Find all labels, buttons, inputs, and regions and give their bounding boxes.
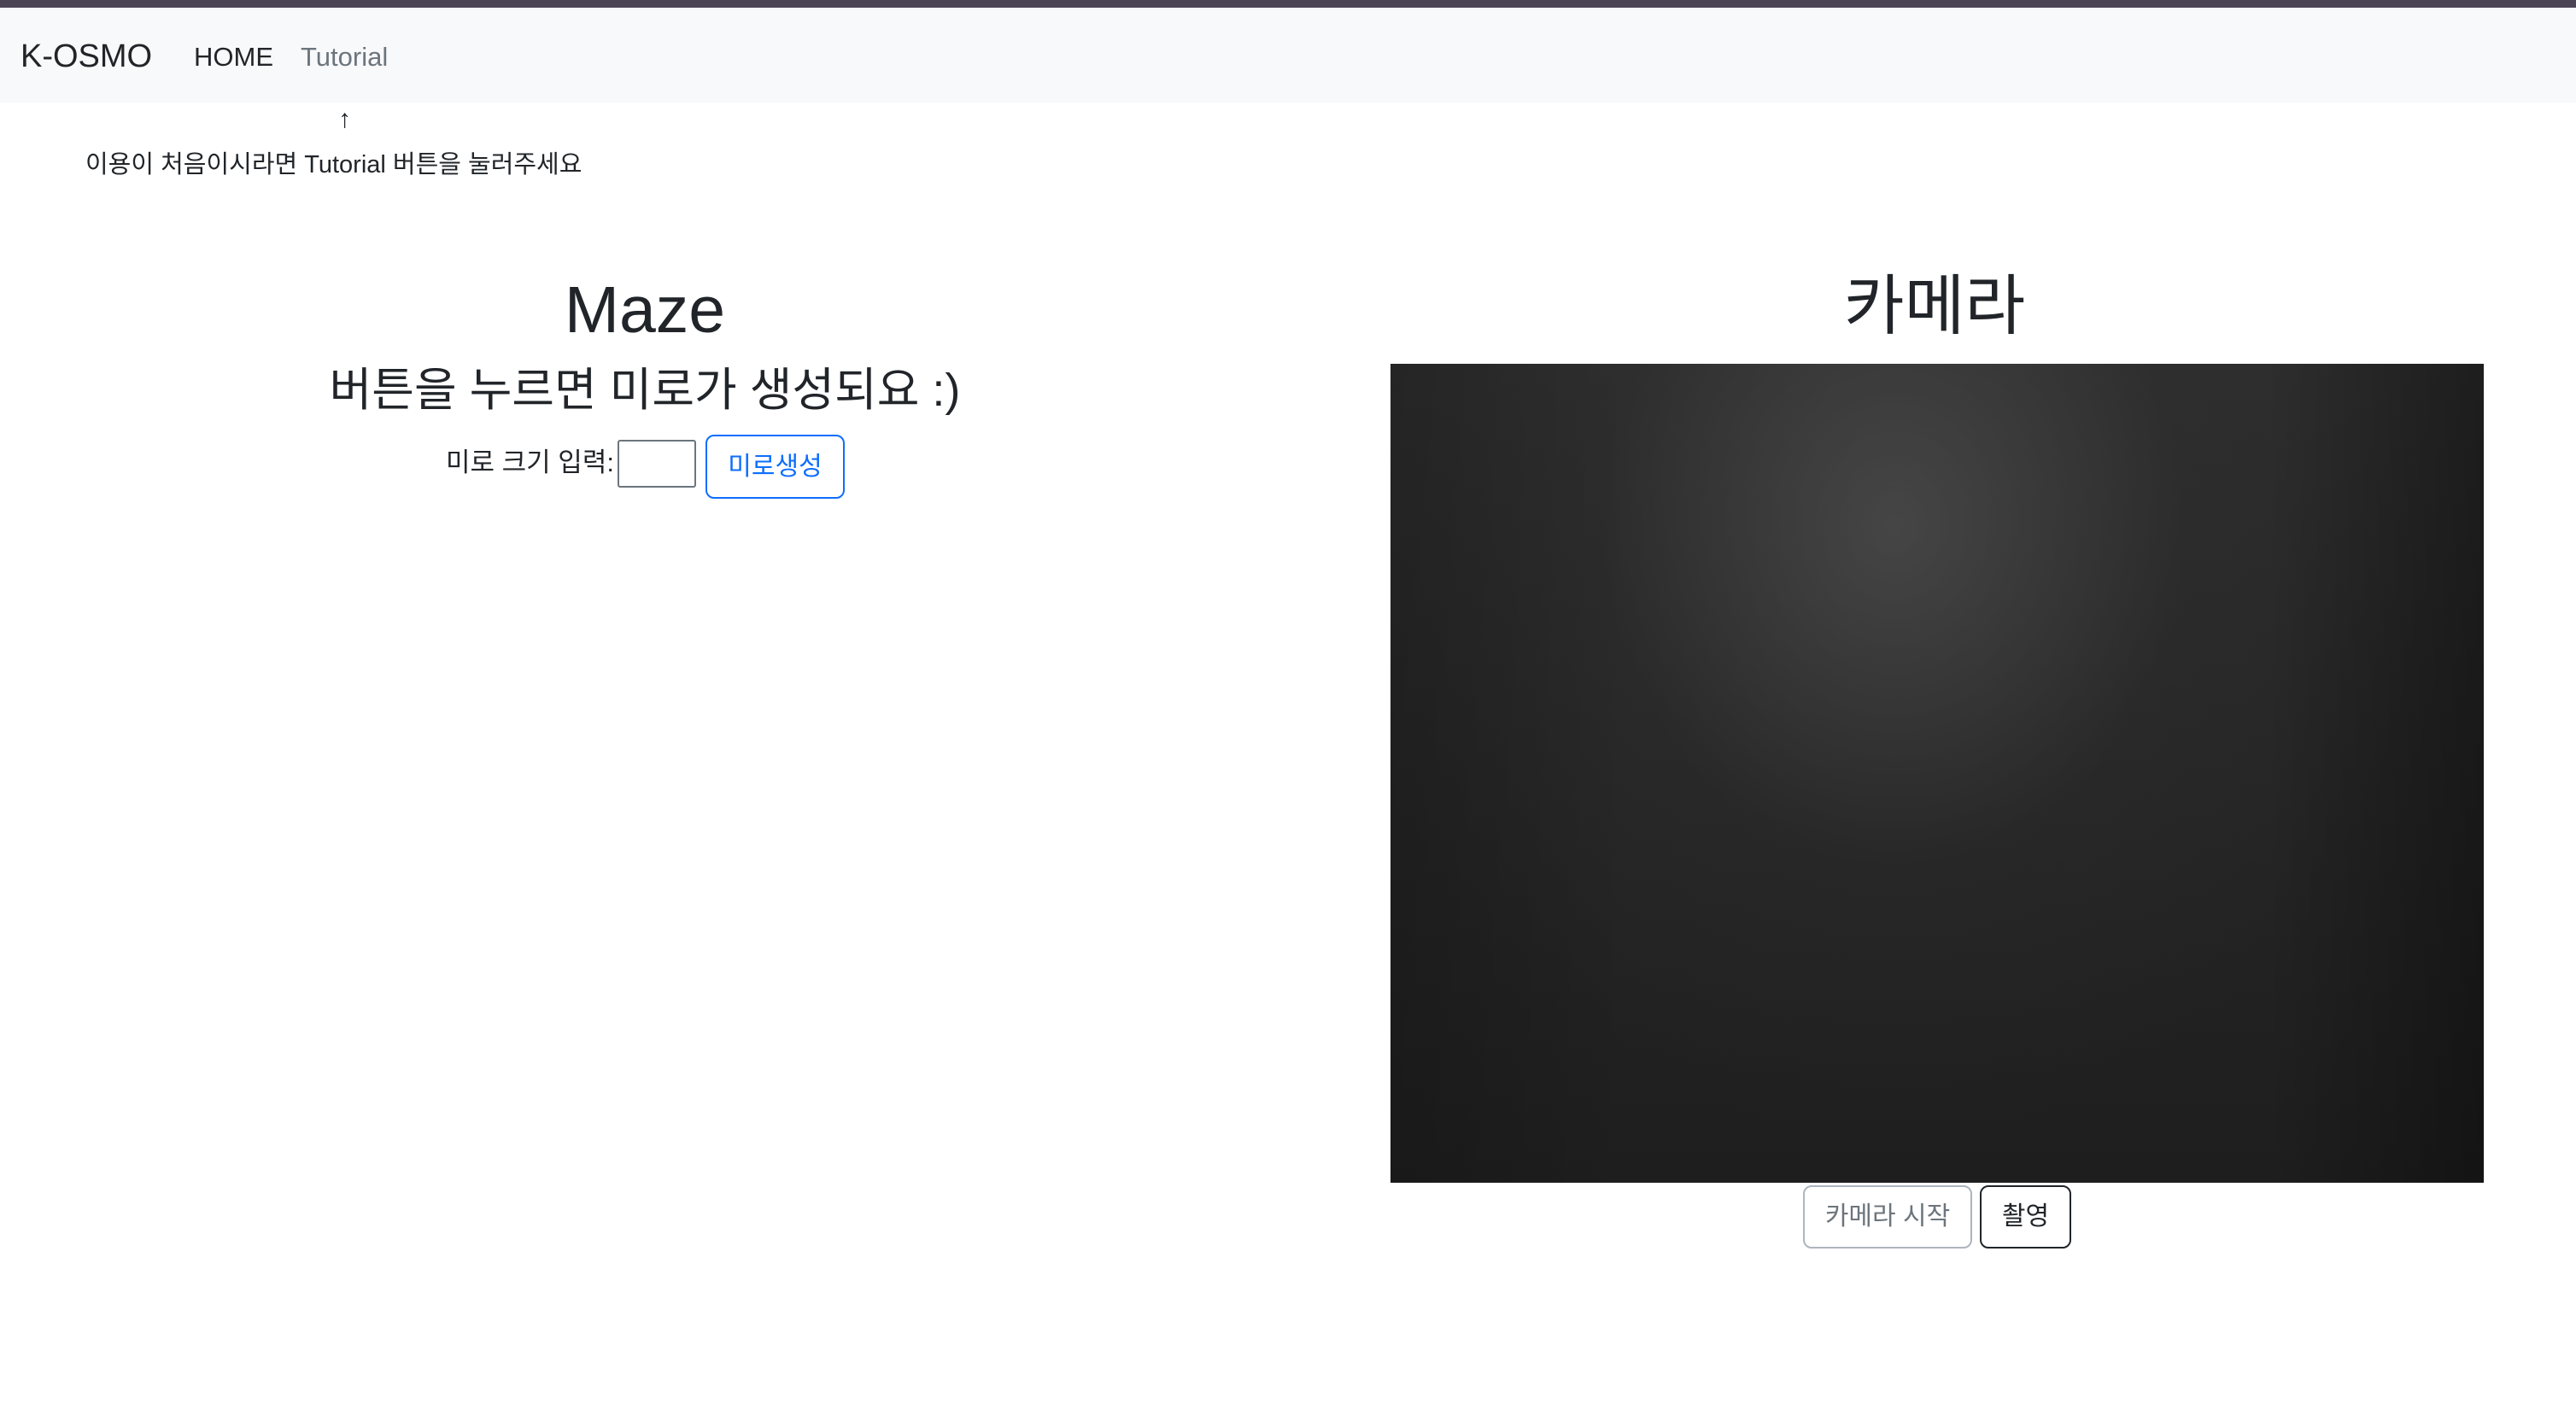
camera-title: 카메라 [1843, 270, 2026, 343]
maze-size-input[interactable] [618, 440, 696, 488]
generate-maze-button[interactable]: 미로생성 [705, 435, 845, 499]
maze-size-label: 미로 크기 입력: [446, 447, 614, 477]
up-arrow-icon: ↑ [338, 105, 351, 133]
navbar: K-OSMO HOME Tutorial [0, 8, 2576, 102]
camera-start-button[interactable]: 카메라 시작 [1803, 1185, 1972, 1248]
camera-video-feed [1390, 364, 2484, 1183]
maze-title: Maze [564, 273, 726, 347]
nav-link-tutorial[interactable]: Tutorial [301, 40, 388, 74]
tutorial-hint-text: 이용이 처음이시라면 Tutorial 버튼을 눌러주세요 [85, 151, 583, 178]
maze-subtitle: 버튼을 누르면 미로가 생성되요 :) [329, 365, 961, 416]
nav-link-home[interactable]: HOME [194, 40, 273, 74]
capture-button[interactable]: 촬영 [1980, 1185, 2071, 1248]
window-top-strip [0, 0, 2576, 8]
brand-logo[interactable]: K-OSMO [20, 37, 152, 76]
